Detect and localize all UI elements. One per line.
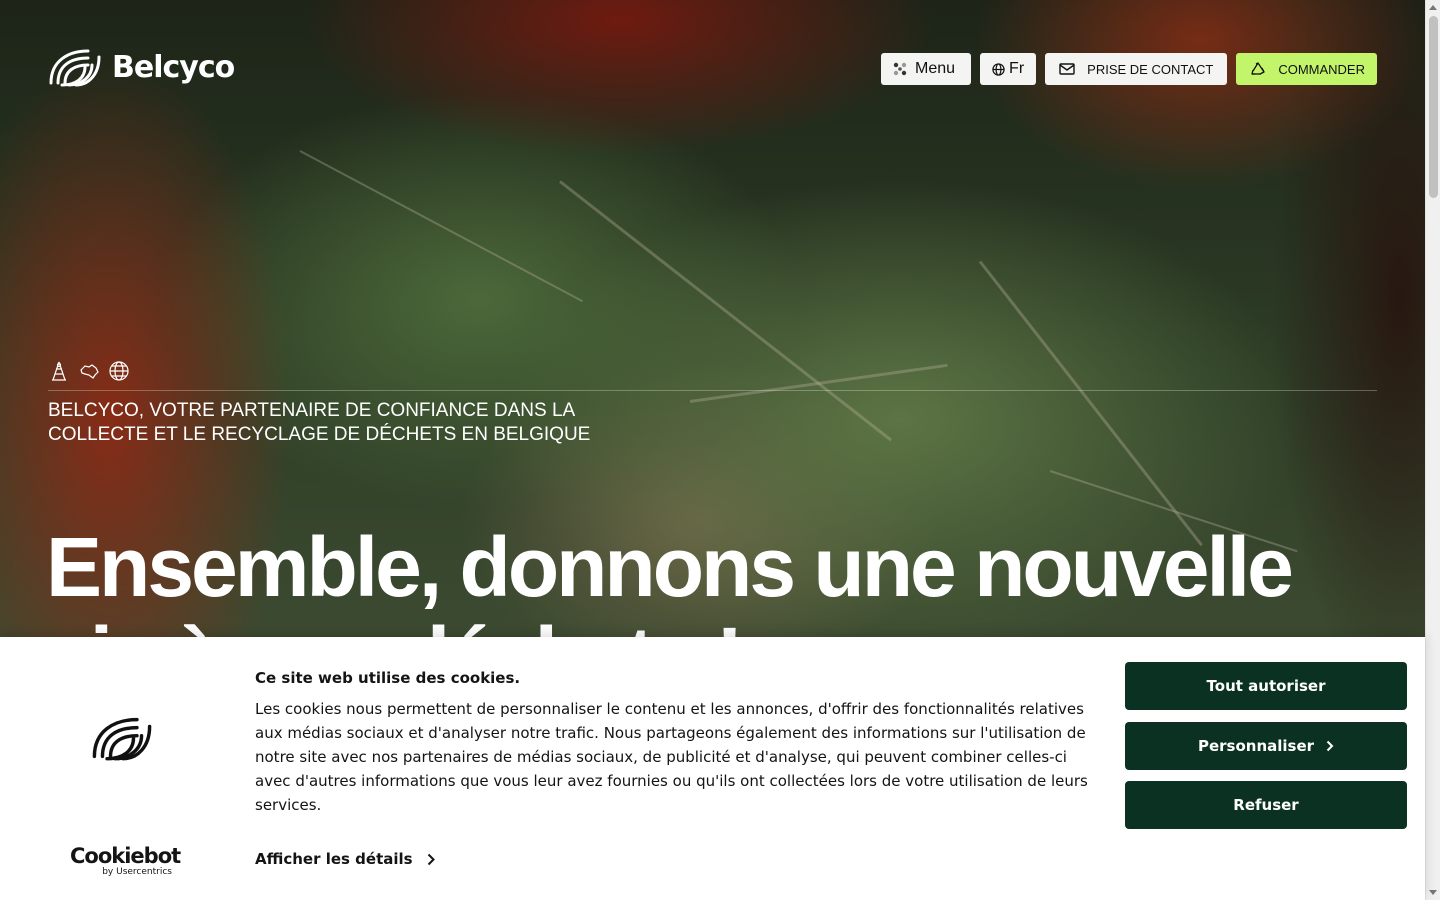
allow-all-button[interactable]: Tout autoriser	[1125, 662, 1407, 710]
cookiebot-logo[interactable]: Cookiebot by Usercentrics	[70, 844, 181, 877]
envelope-icon	[1059, 63, 1075, 75]
cookie-banner-text: Les cookies nous permettent de personnal…	[255, 700, 1088, 814]
belcyco-logo-icon	[49, 49, 101, 87]
order-button[interactable]: COMMANDER	[1236, 53, 1377, 85]
recycle-icon	[1251, 62, 1265, 75]
cookie-banner-title: Ce site web utilise des cookies.	[255, 669, 521, 687]
cookie-banner-logo-icon	[92, 717, 152, 761]
customize-label: Personnaliser	[1197, 737, 1315, 755]
aerial-road	[978, 260, 1203, 547]
contact-button[interactable]: PRISE DE CONTACT	[1045, 53, 1228, 85]
cookiebot-name: Cookiebot	[70, 844, 181, 868]
scrollbar-thumb[interactable]	[1429, 16, 1438, 198]
contact-label: PRISE DE CONTACT	[1087, 61, 1214, 77]
chevron-right-icon	[427, 853, 435, 865]
hero-icon-row	[48, 360, 130, 382]
page-scrollbar[interactable]	[1425, 0, 1440, 900]
chevron-right-icon	[1326, 740, 1334, 752]
logo-link[interactable]: Belcyco	[48, 47, 235, 87]
menu-button[interactable]: Menu	[881, 53, 972, 85]
top-nav: Menu Fr PRISE DE CONTACT COMMANDER	[881, 53, 1377, 85]
aerial-road	[689, 363, 948, 403]
hero-divider	[48, 390, 1377, 391]
show-details-label: Afficher les détails	[255, 850, 413, 868]
refuse-button[interactable]: Refuser	[1125, 781, 1407, 829]
customize-button[interactable]: Personnaliser	[1125, 722, 1407, 770]
scroll-up-arrow-icon[interactable]	[1429, 5, 1437, 10]
logo-text: Belcyco	[112, 49, 235, 85]
aerial-road	[299, 150, 584, 303]
globe-icon	[992, 62, 1005, 76]
industry-icon	[52, 361, 66, 381]
hero-subtitle: BELCYCO, VOTRE PARTENAIRE DE CONFIANCE D…	[48, 400, 591, 445]
globe-icon	[109, 361, 129, 381]
scroll-down-arrow-icon[interactable]	[1429, 890, 1437, 895]
allow-all-label: Tout autoriser	[1206, 677, 1326, 695]
cookiebot-byline: by Usercentrics	[102, 867, 172, 877]
refuse-label: Refuser	[1233, 796, 1299, 814]
menu-label: Menu	[915, 60, 956, 77]
belgium-map-icon	[80, 364, 99, 379]
order-label: COMMANDER	[1278, 61, 1365, 77]
show-details-link[interactable]: Afficher les détails	[255, 850, 435, 868]
menu-dots-icon	[893, 62, 907, 76]
language-label: Fr	[1009, 60, 1025, 77]
language-selector[interactable]: Fr	[980, 53, 1037, 85]
